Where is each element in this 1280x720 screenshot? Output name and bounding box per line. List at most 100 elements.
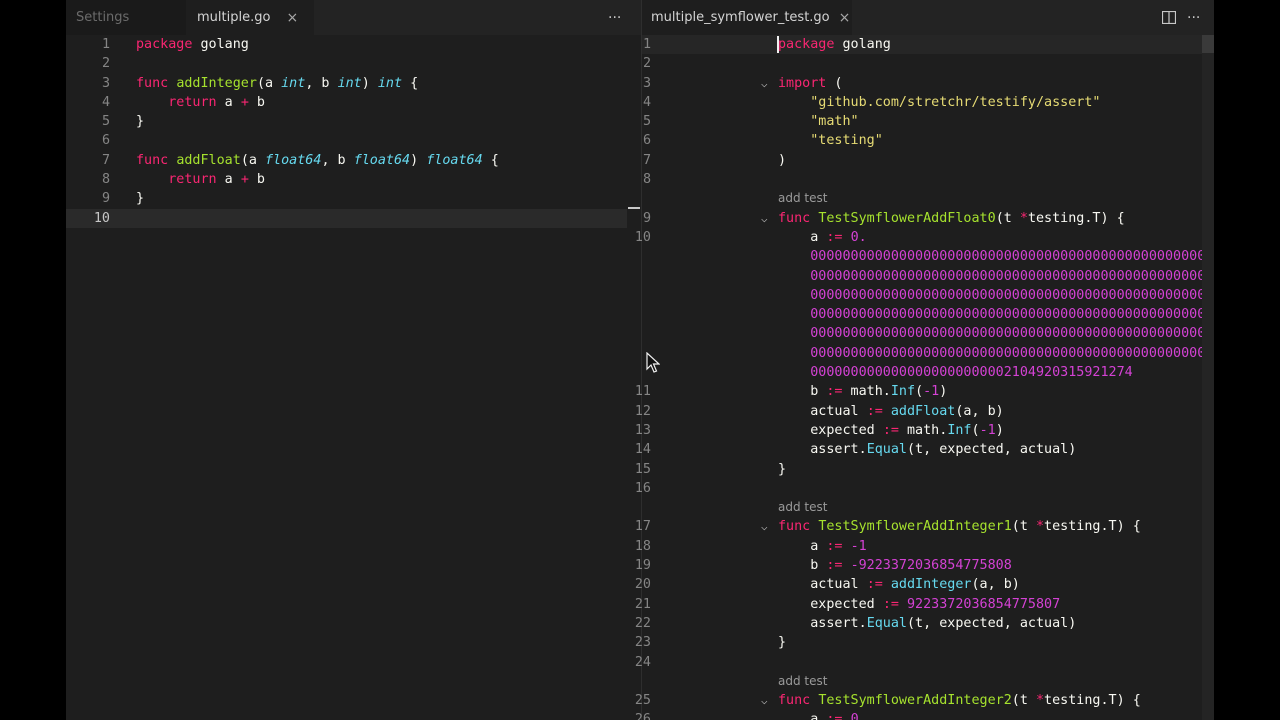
line-number: 9 <box>642 210 651 226</box>
code-text: func TestSymflowerAddInteger1(t *testing… <box>778 517 1141 536</box>
close-icon[interactable]: × <box>839 10 851 26</box>
code-token: a <box>216 94 241 110</box>
code-token: } <box>136 191 145 207</box>
code-token: := <box>866 577 883 593</box>
code-token: a <box>778 712 827 720</box>
code-line[interactable]: 3 func addInteger(a int, b int) int { <box>66 74 642 93</box>
code-line[interactable]: 23} <box>635 633 1214 652</box>
add-test-codelens[interactable]: add test <box>778 672 827 691</box>
code-line[interactable]: 10 <box>66 208 642 228</box>
code-line[interactable]: 0000000000000000000000000000000000000000… <box>642 305 1214 324</box>
code-line[interactable]: 20 actual := addInteger(a, b) <box>635 575 1214 594</box>
codelens-add-test[interactable]: add test <box>642 498 1214 517</box>
code-line[interactable]: 0000000000000000000000000000000000000000… <box>642 344 1214 363</box>
code-token: return <box>168 94 217 110</box>
code-token: := <box>826 558 843 574</box>
code-token: "testing" <box>810 133 883 149</box>
code-line[interactable]: 14 assert.Equal(t, expected, actual) <box>635 440 1214 459</box>
code-text: 0000000000000000000000000000000000000000… <box>778 247 1214 266</box>
code-line[interactable]: 15} <box>635 460 1214 479</box>
tab-label: multiple.go <box>197 10 271 25</box>
code-token: } <box>778 461 787 477</box>
add-test-codelens[interactable]: add test <box>778 189 827 208</box>
fold-chevron-icon[interactable]: ⌵ <box>761 74 768 93</box>
code-line[interactable]: 8 <box>642 170 1214 189</box>
code-token: Equal <box>866 615 907 631</box>
code-token: := <box>826 712 843 720</box>
code-line[interactable]: 18 a := -1 <box>635 537 1214 556</box>
code-line[interactable]: 3 ⌵ import ( <box>642 74 1214 93</box>
code-token: := <box>882 422 899 438</box>
code-line[interactable]: 0000000000000000000000000000000000000000… <box>642 324 1214 343</box>
code-line[interactable]: 7) <box>642 151 1214 170</box>
tab-multiple-symflower-test-go[interactable]: multiple_symflower_test.go × <box>642 0 852 35</box>
more-actions-icon[interactable]: ··· <box>1187 0 1200 35</box>
code-line[interactable]: 6 <box>66 131 642 150</box>
code-line[interactable]: 7 func addFloat(a float64, b float64) flo… <box>66 151 642 170</box>
code-line[interactable]: 13 expected := math.Inf(-1) <box>635 421 1214 440</box>
code-token: package <box>136 37 193 52</box>
codelens-add-test[interactable]: add test <box>642 672 1214 691</box>
code-line[interactable]: 9} <box>66 189 642 208</box>
code-token: TestSymflowerAddFloat0 <box>818 210 996 226</box>
code-line[interactable]: 4 return a + b <box>66 93 642 112</box>
code-line[interactable]: 16 <box>635 479 1214 498</box>
code-line[interactable]: 4 "github.com/stretchr/testify/assert" <box>642 93 1214 112</box>
code-text: expected := 9223372036854775807 <box>778 595 1060 614</box>
code-token: TestSymflowerAddInteger2 <box>818 693 1012 709</box>
code-line[interactable]: 9 ⌵ func TestSymflowerAddFloat0(t *testing… <box>642 209 1214 228</box>
code-line[interactable]: 0000000000000000000000002104920315921274 <box>642 363 1214 382</box>
code-token: expected <box>778 596 883 612</box>
more-actions-icon[interactable]: ··· <box>608 0 621 35</box>
code-line[interactable]: 0000000000000000000000000000000000000000… <box>642 286 1214 305</box>
code-line[interactable]: 22 assert.Equal(t, expected, actual) <box>635 614 1214 633</box>
code-line[interactable]: 8 return a + b <box>66 170 642 189</box>
code-line[interactable]: 17 ⌵ func TestSymflowerAddInteger1(t *test… <box>635 517 1214 536</box>
line-number: 1 <box>101 37 110 52</box>
left-code-area[interactable]: 1 package golang 2 3 func addInteger(a int, … <box>66 35 642 228</box>
fold-chevron-icon[interactable]: ⌵ <box>761 517 768 536</box>
close-icon[interactable]: × <box>286 10 298 26</box>
code-line[interactable]: 10 a := 0. <box>635 228 1214 247</box>
code-line[interactable]: 26 a := 0 <box>635 710 1214 720</box>
code-line[interactable]: 1 package golang <box>66 35 642 54</box>
code-line[interactable]: 2 <box>642 54 1214 73</box>
code-text: func addInteger(a int, b int) int { <box>136 74 418 93</box>
code-token: addFloat <box>176 152 241 168</box>
fold-chevron-icon[interactable]: ⌵ <box>761 209 768 228</box>
code-token: (a <box>256 75 282 91</box>
line-number: 5 <box>642 114 651 130</box>
code-line[interactable]: 24 <box>635 653 1214 672</box>
add-test-codelens[interactable]: add test <box>778 498 827 517</box>
tab-settings[interactable]: Settings <box>66 0 186 35</box>
code-token: b <box>778 558 827 574</box>
code-line[interactable]: 1 package golang <box>642 35 1214 55</box>
scrollbar[interactable] <box>1202 35 1214 720</box>
code-line[interactable]: 0000000000000000000000000000000000000000… <box>642 267 1214 286</box>
codelens-add-test[interactable]: add test <box>642 189 1214 208</box>
code-token: int <box>337 75 362 91</box>
code-line[interactable]: 12 actual := addFloat(a, b) <box>635 402 1214 421</box>
code-line[interactable]: 5 "math" <box>642 112 1214 131</box>
fold-chevron-icon[interactable]: ⌵ <box>761 691 768 710</box>
line-number: 14 <box>634 442 651 458</box>
code-line[interactable]: 5} <box>66 112 642 131</box>
code-text: func TestSymflowerAddInteger2(t *testing… <box>778 691 1141 710</box>
right-code-area[interactable]: 1 package golang 2 3 ⌵ import (4 "github.com/… <box>635 35 1214 720</box>
scrollbar-thumb[interactable] <box>1202 35 1214 53</box>
code-line[interactable]: 25 ⌵ func TestSymflowerAddInteger2(t *test… <box>635 691 1214 710</box>
code-line[interactable]: 11 b := math.Inf(-1) <box>635 382 1214 401</box>
code-line[interactable]: 19 b := -9223372036854775808 <box>635 556 1214 575</box>
code-token: + <box>240 94 249 110</box>
code-line[interactable]: 2 <box>66 54 642 73</box>
tab-multiple-go[interactable]: multiple.go × <box>186 0 314 35</box>
code-token: testing.T) { <box>1027 210 1125 226</box>
code-line[interactable]: 0000000000000000000000000000000000000000… <box>642 247 1214 266</box>
code-line[interactable]: 6 "testing" <box>642 131 1214 150</box>
split-editor-icon[interactable] <box>1162 0 1176 35</box>
code-token: * <box>1019 210 1028 226</box>
code-token: (t, expected, actual) <box>907 615 1077 631</box>
code-line[interactable]: 21 expected := 9223372036854775807 <box>635 595 1214 614</box>
